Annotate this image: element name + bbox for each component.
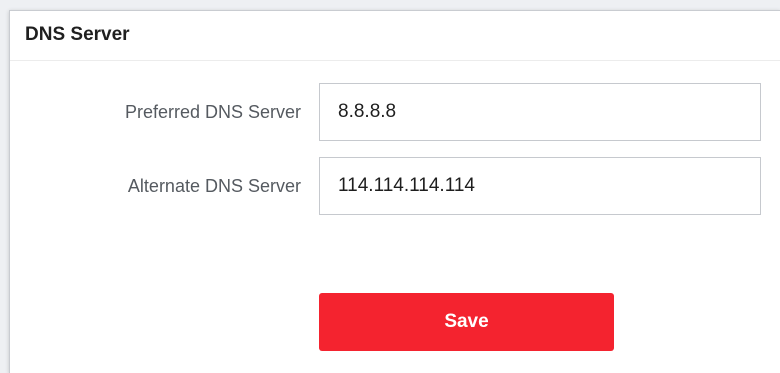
save-button[interactable]: Save	[319, 293, 614, 351]
section-title: DNS Server	[25, 24, 130, 45]
preferred-dns-label: Preferred DNS Server	[124, 102, 301, 122]
alternate-dns-label: Alternate DNS Server	[127, 176, 301, 196]
dns-server-panel: DNS Server Preferred DNS Server Alternat…	[9, 10, 780, 373]
alternate-dns-row: Alternate DNS Server	[10, 157, 780, 215]
preferred-dns-row: Preferred DNS Server	[10, 83, 780, 141]
preferred-dns-input[interactable]	[319, 83, 761, 141]
title-divider	[10, 60, 780, 61]
alternate-dns-input[interactable]	[319, 157, 761, 215]
